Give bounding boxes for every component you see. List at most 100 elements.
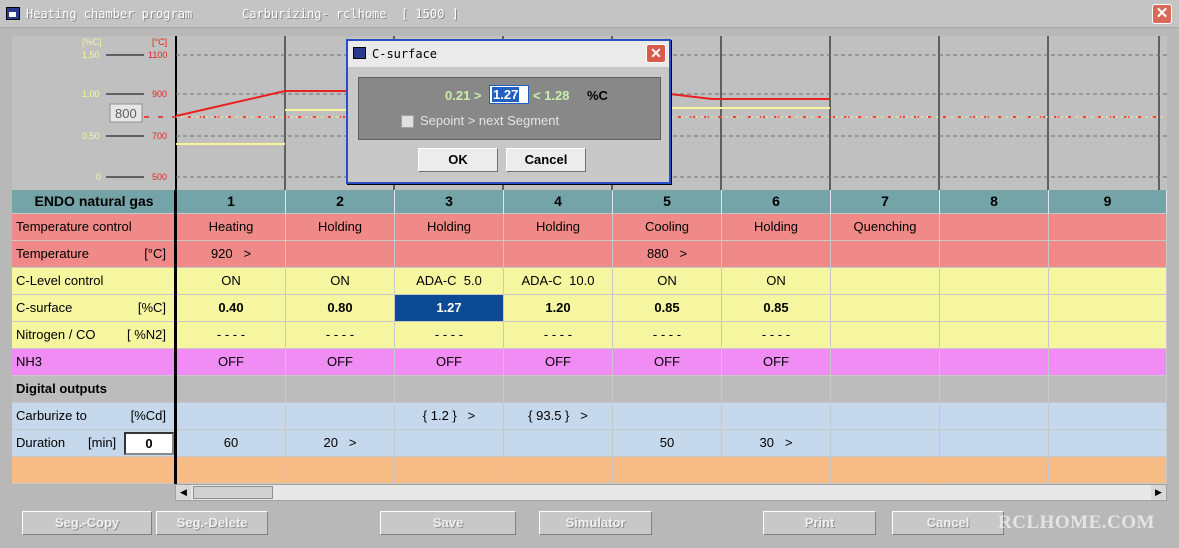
grid-cell[interactable]: 60 — [177, 430, 286, 457]
grid-cell[interactable] — [831, 241, 940, 268]
cancel-button[interactable]: Cancel — [892, 511, 1004, 535]
grid-cell[interactable]: OFF — [504, 349, 613, 376]
dialog-cancel-button[interactable]: Cancel — [506, 148, 586, 172]
grid-cell[interactable]: - - - - — [722, 322, 831, 349]
grid-cell[interactable] — [1049, 376, 1167, 403]
grid-cell[interactable] — [286, 457, 395, 484]
grid-cell[interactable] — [613, 403, 722, 430]
grid-cell[interactable] — [395, 241, 504, 268]
scroll-left-icon[interactable]: ◀ — [176, 485, 191, 500]
grid-cell[interactable] — [940, 241, 1049, 268]
seg-delete-button[interactable]: Seg.-Delete — [156, 511, 268, 535]
grid-cell[interactable] — [286, 241, 395, 268]
grid-cell[interactable]: 0.85 — [613, 295, 722, 322]
grid-cell[interactable] — [177, 376, 286, 403]
segment-header-2[interactable]: 2 — [286, 190, 395, 214]
dialog-close-icon[interactable]: ✕ — [646, 44, 666, 63]
grid-cell[interactable] — [940, 403, 1049, 430]
grid-cell[interactable] — [1049, 322, 1167, 349]
grid-cell[interactable] — [831, 430, 940, 457]
grid-cell[interactable] — [831, 349, 940, 376]
grid-cell[interactable]: - - - - — [504, 322, 613, 349]
grid-cell[interactable] — [1049, 403, 1167, 430]
grid-cell[interactable]: OFF — [722, 349, 831, 376]
grid-cell[interactable] — [1049, 268, 1167, 295]
grid-cell[interactable]: OFF — [286, 349, 395, 376]
segment-header-6[interactable]: 6 — [722, 190, 831, 214]
c-surface-input-text[interactable]: 1.27 — [492, 87, 520, 102]
grid-cell[interactable] — [831, 268, 940, 295]
grid-cell[interactable] — [613, 376, 722, 403]
grid-cell[interactable]: { 1.2 } > — [395, 403, 504, 430]
grid-cell[interactable]: ADA-C 10.0 — [504, 268, 613, 295]
grid-cell[interactable]: 0.85 — [722, 295, 831, 322]
checkbox-label[interactable]: Sepoint > next Segment — [420, 113, 559, 128]
grid-cell[interactable] — [831, 322, 940, 349]
grid-cell[interactable] — [395, 430, 504, 457]
horizontal-scrollbar[interactable]: ◀ ▶ — [175, 484, 1167, 501]
grid-cell[interactable] — [940, 268, 1049, 295]
grid-cell[interactable] — [940, 214, 1049, 241]
grid-cell[interactable] — [1049, 457, 1167, 484]
grid-cell[interactable]: Holding — [395, 214, 504, 241]
grid-cell[interactable]: ON — [177, 268, 286, 295]
segment-header-4[interactable]: 4 — [504, 190, 613, 214]
grid-cell[interactable]: 880 > — [613, 241, 722, 268]
grid-cell[interactable] — [940, 457, 1049, 484]
grid-cell[interactable]: Quenching — [831, 214, 940, 241]
grid-cell[interactable]: OFF — [177, 349, 286, 376]
grid-cell[interactable] — [613, 457, 722, 484]
grid-cell[interactable]: 30 > — [722, 430, 831, 457]
segment-header-7[interactable]: 7 — [831, 190, 940, 214]
grid-cell[interactable]: ON — [722, 268, 831, 295]
print-button[interactable]: Print — [763, 511, 876, 535]
grid-cell[interactable] — [831, 376, 940, 403]
grid-cell[interactable]: 1.20 — [504, 295, 613, 322]
grid-cell[interactable]: 0.40 — [177, 295, 286, 322]
grid-cell[interactable] — [504, 241, 613, 268]
grid-cell[interactable]: OFF — [395, 349, 504, 376]
grid-cell[interactable] — [286, 376, 395, 403]
grid-cell[interactable] — [1049, 430, 1167, 457]
grid-cell[interactable]: ON — [613, 268, 722, 295]
grid-cell[interactable]: 920 > — [177, 241, 286, 268]
grid-cell[interactable] — [940, 349, 1049, 376]
segment-header-5[interactable]: 5 — [613, 190, 722, 214]
grid-cell[interactable]: { 93.5 } > — [504, 403, 613, 430]
save-button[interactable]: Save — [380, 511, 516, 535]
grid-cell[interactable]: Holding — [722, 214, 831, 241]
grid-cell[interactable] — [1049, 349, 1167, 376]
grid-cell[interactable]: Heating — [177, 214, 286, 241]
segment-header-1[interactable]: 1 — [177, 190, 286, 214]
grid-cell[interactable]: Holding — [286, 214, 395, 241]
ok-button[interactable]: OK — [418, 148, 498, 172]
grid-cell[interactable] — [831, 457, 940, 484]
grid-cell[interactable] — [722, 376, 831, 403]
grid-cell[interactable] — [504, 430, 613, 457]
grid-cell[interactable]: - - - - — [395, 322, 504, 349]
grid-cell-selected[interactable]: 1.27 — [395, 295, 504, 322]
grid-cell[interactable] — [1049, 214, 1167, 241]
grid-cell[interactable] — [286, 403, 395, 430]
grid-cell[interactable] — [831, 295, 940, 322]
grid-cell[interactable]: - - - - — [286, 322, 395, 349]
grid-cell[interactable]: 50 — [613, 430, 722, 457]
grid-cell[interactable]: - - - - — [613, 322, 722, 349]
grid-cell[interactable] — [722, 457, 831, 484]
close-icon[interactable]: ✕ — [1152, 4, 1172, 24]
seg-copy-button[interactable]: Seg.-Copy — [22, 511, 152, 535]
grid-cell[interactable] — [831, 403, 940, 430]
grid-cell[interactable] — [177, 403, 286, 430]
grid-cell[interactable] — [1049, 241, 1167, 268]
grid-cell[interactable]: 20 > — [286, 430, 395, 457]
grid-cell[interactable] — [177, 457, 286, 484]
simulator-button[interactable]: Simulator — [539, 511, 652, 535]
grid-cell[interactable] — [504, 457, 613, 484]
grid-cell[interactable]: ON — [286, 268, 395, 295]
scroll-right-icon[interactable]: ▶ — [1151, 485, 1166, 500]
grid-cell[interactable]: Holding — [504, 214, 613, 241]
grid-cell[interactable] — [722, 403, 831, 430]
grid-cell[interactable]: - - - - — [177, 322, 286, 349]
c-surface-input[interactable]: 1.27 — [489, 85, 529, 104]
grid-cell[interactable]: ADA-C 5.0 — [395, 268, 504, 295]
